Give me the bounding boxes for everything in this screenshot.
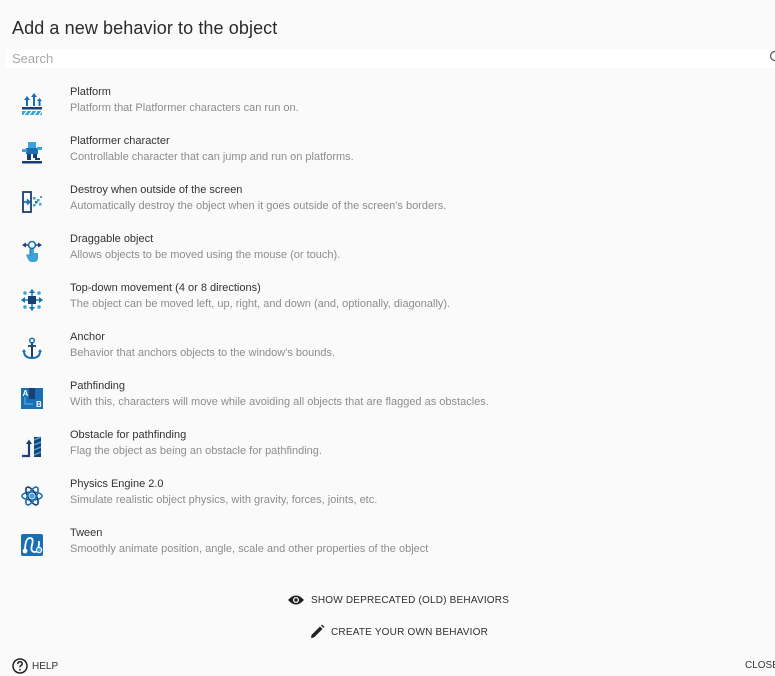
behavior-name: Pathfinding (70, 380, 125, 392)
physics-icon (20, 484, 44, 508)
tween-icon (20, 533, 44, 557)
pathfinding-icon: A B (20, 386, 44, 410)
behavior-description: Simulate realistic object physics, with … (70, 494, 377, 506)
platformer-character-icon (20, 141, 44, 165)
behavior-description: Smoothly animate position, angle, scale … (70, 543, 428, 555)
behavior-description: Flag the object as being an obstacle for… (70, 445, 322, 457)
draggable-icon (20, 239, 44, 263)
add-behavior-dialog: Add a new behavior to the object (0, 0, 775, 675)
behavior-description: Controllable character that can jump and… (70, 151, 354, 163)
behavior-name: Anchor (70, 331, 105, 343)
show-deprecated-button[interactable]: SHOW DEPRECATED (OLD) BEHAVIORS (287, 590, 509, 610)
behavior-name: Physics Engine 2.0 (70, 478, 164, 490)
platform-icon (20, 92, 44, 116)
search-icon[interactable] (768, 49, 775, 66)
destroy-outside-icon (20, 190, 44, 214)
search-input[interactable] (12, 50, 752, 67)
behavior-description: The object can be moved left, up, right,… (70, 298, 450, 310)
behavior-name: Destroy when outside of the screen (70, 184, 242, 196)
help-icon (12, 658, 28, 674)
create-own-behavior-button[interactable]: CREATE YOUR OWN BEHAVIOR (309, 622, 488, 642)
behavior-description: Automatically destroy the object when it… (70, 200, 446, 212)
behavior-name: Tween (70, 527, 102, 539)
behavior-item-draggable[interactable]: Draggable object Allows objects to be mo… (0, 225, 775, 274)
close-button[interactable]: CLOSE (745, 660, 775, 671)
behavior-name: Platformer character (70, 135, 170, 147)
behavior-item-topdown-movement[interactable]: Top-down movement (4 or 8 directions) Th… (0, 274, 775, 323)
eye-icon (287, 594, 305, 606)
dialog-title: Add a new behavior to the object (12, 18, 277, 39)
behavior-item-destroy-outside[interactable]: Destroy when outside of the screen Autom… (0, 176, 775, 225)
behavior-description: With this, characters will move while av… (70, 396, 489, 408)
create-own-behavior-label: CREATE YOUR OWN BEHAVIOR (331, 627, 488, 638)
svg-text:B: B (36, 400, 42, 409)
pencil-icon (309, 624, 325, 640)
behavior-name: Platform (70, 86, 111, 98)
behavior-name: Obstacle for pathfinding (70, 429, 186, 441)
topdown-movement-icon (20, 288, 44, 312)
behavior-item-pathfinding[interactable]: A B Pathfinding With this, characters wi… (0, 372, 775, 421)
help-button[interactable]: HELP (12, 656, 58, 676)
behavior-description: Platform that Platformer characters can … (70, 102, 299, 114)
behavior-description: Behavior that anchors objects to the win… (70, 347, 335, 359)
show-deprecated-label: SHOW DEPRECATED (OLD) BEHAVIORS (311, 595, 509, 606)
svg-text:A: A (23, 389, 29, 398)
help-label: HELP (32, 661, 58, 672)
behavior-name: Draggable object (70, 233, 153, 245)
behavior-description: Allows objects to be moved using the mou… (70, 249, 340, 261)
obstacle-icon (20, 435, 44, 459)
search-bar (6, 49, 775, 68)
behavior-item-tween[interactable]: Tween Smoothly animate position, angle, … (0, 519, 775, 568)
behavior-item-platformer-character[interactable]: Platformer character Controllable charac… (0, 127, 775, 176)
behavior-item-obstacle[interactable]: Obstacle for pathfinding Flag the object… (0, 421, 775, 470)
behavior-item-anchor[interactable]: Anchor Behavior that anchors objects to … (0, 323, 775, 372)
anchor-icon (20, 337, 44, 361)
behavior-item-platform[interactable]: Platform Platform that Platformer charac… (0, 78, 775, 127)
behavior-name: Top-down movement (4 or 8 directions) (70, 282, 261, 294)
behavior-item-physics[interactable]: Physics Engine 2.0 Simulate realistic ob… (0, 470, 775, 519)
